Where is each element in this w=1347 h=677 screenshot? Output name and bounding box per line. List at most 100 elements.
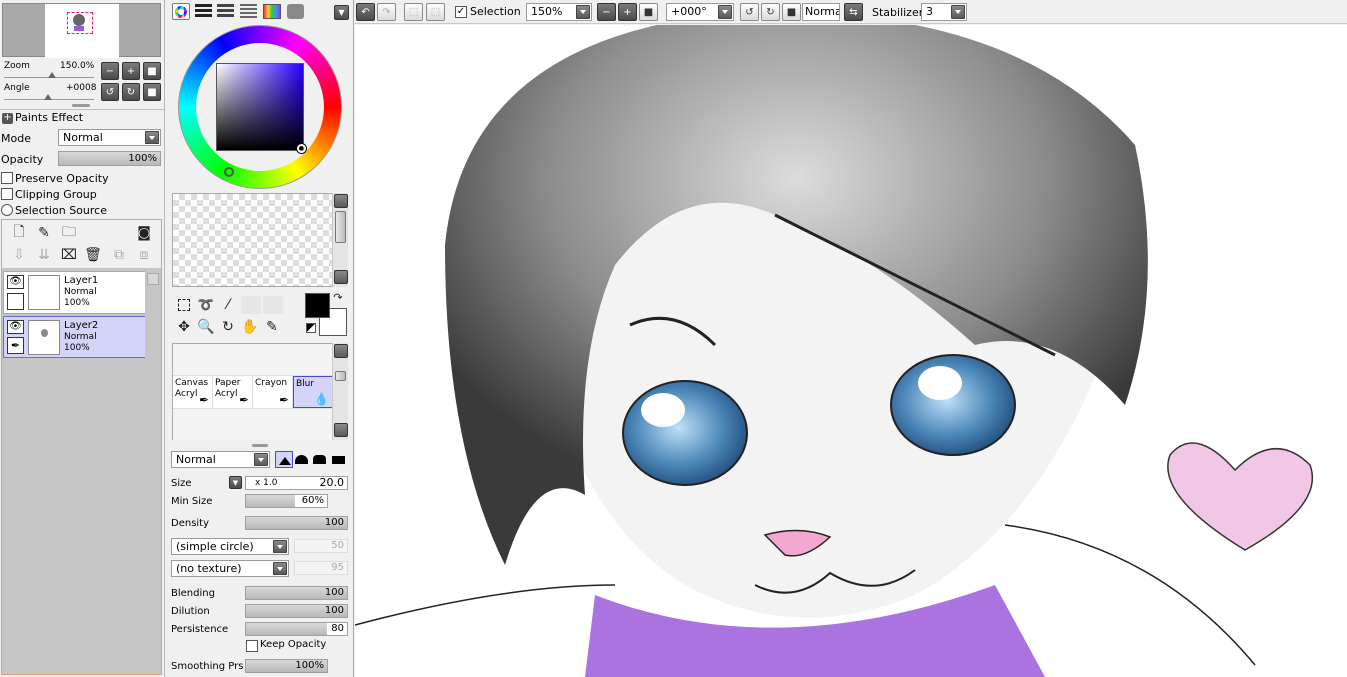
color-list-tab-icon[interactable] — [240, 4, 257, 19]
reset-colors-icon[interactable] — [306, 323, 316, 333]
scroll-down-button[interactable] — [334, 270, 348, 284]
brush-shape-square-icon[interactable] — [313, 455, 326, 464]
brush-blend-select[interactable]: Normal — [171, 451, 270, 468]
brush-cell[interactable]: Crayon ✒ — [253, 376, 293, 408]
hsv-sliders-tab-icon[interactable] — [217, 4, 234, 19]
layer-mode-select[interactable]: Normal — [58, 129, 161, 146]
saturation-value-square[interactable] — [216, 63, 304, 151]
color-panel-menu-button[interactable]: ▼ — [334, 5, 349, 20]
density-slider[interactable]: 100 — [245, 516, 348, 530]
hue-cursor[interactable] — [224, 167, 234, 177]
chevron-down-icon[interactable] — [576, 5, 590, 19]
chevron-down-icon[interactable] — [273, 562, 287, 575]
deselect-button[interactable]: ⬚ — [404, 3, 423, 21]
zoom-in-button[interactable]: + — [122, 62, 140, 80]
eyedropper-icon[interactable]: ✎ — [263, 318, 281, 336]
eye-icon[interactable]: 👁 — [7, 275, 24, 289]
toolbar-zoom-reset-button[interactable]: ■ — [639, 3, 658, 21]
flip-horizontal-button[interactable]: ⇆ — [844, 3, 863, 21]
toolbar-rotate-reset-button[interactable]: ■ — [782, 3, 801, 21]
clear-layer-icon[interactable]: ⌧ — [60, 246, 78, 264]
stabilizer-select[interactable]: 3 — [921, 3, 967, 21]
undo-button[interactable]: ↶ — [356, 3, 375, 21]
selection-checkbox[interactable]: ✓ — [455, 6, 467, 18]
chevron-down-icon[interactable] — [718, 5, 732, 19]
blending-slider[interactable]: 100 — [245, 586, 348, 600]
preserve-opacity-checkbox[interactable] — [1, 172, 13, 184]
brush-cell-selected[interactable]: Blur 💧 — [293, 376, 333, 408]
layer-scrollbar[interactable] — [145, 271, 161, 674]
paints-effect-label[interactable]: Paints Effect — [15, 111, 83, 124]
merge-down-icon[interactable]: ⇊ — [35, 246, 53, 264]
hand-icon[interactable]: ✋ — [241, 318, 259, 336]
rotate-reset-button[interactable]: ■ — [143, 83, 161, 101]
delete-layer-icon[interactable]: 🗑 — [84, 246, 102, 264]
clipping-group-checkbox[interactable] — [1, 188, 13, 200]
toolbar-zoom-in-button[interactable]: + — [618, 3, 637, 21]
rgb-sliders-tab-icon[interactable] — [195, 4, 212, 19]
eye-icon[interactable]: 👁 — [7, 320, 24, 334]
new-folder-icon[interactable]: 🗀 — [60, 224, 78, 242]
persistence-slider[interactable]: 80 — [245, 622, 348, 636]
merge-visible-icon[interactable]: ⧉ — [110, 246, 128, 264]
redo-button[interactable]: ↷ — [377, 3, 396, 21]
chevron-down-icon[interactable] — [254, 453, 268, 466]
toolbar-zoom-out-button[interactable]: − — [597, 3, 616, 21]
brush-shape-hard-icon[interactable] — [275, 451, 293, 468]
size-multiplier-button[interactable]: ▼ — [229, 476, 242, 489]
color-wheel-tab-icon[interactable] — [172, 3, 190, 20]
magic-wand-icon[interactable]: ⁄ — [219, 296, 237, 314]
layer-opacity-slider[interactable]: 100% — [58, 151, 161, 166]
transfer-down-icon[interactable]: ⇩ — [10, 246, 28, 264]
chevron-down-icon[interactable] — [273, 540, 287, 553]
swatches-tab-icon[interactable] — [263, 4, 281, 19]
chevron-down-icon[interactable] — [951, 5, 965, 19]
chevron-down-icon[interactable] — [145, 131, 159, 144]
panel-grip[interactable] — [252, 444, 268, 447]
scratchpad[interactable] — [172, 193, 335, 287]
brush-cell[interactable]: Canvas Acryl ✒ — [173, 376, 213, 408]
zoom-icon[interactable]: 🔍 — [197, 318, 215, 336]
brush-scrollbar[interactable] — [332, 343, 348, 440]
brush-shape-select[interactable]: (simple circle) — [171, 538, 289, 555]
scroll-up-button[interactable] — [334, 344, 348, 358]
rotate-left-button[interactable]: ↺ — [101, 83, 119, 101]
expand-icon[interactable]: + — [2, 113, 13, 124]
brush-cell[interactable]: Paper Acryl ✒ — [213, 376, 253, 408]
merge-all-icon[interactable]: ⧈ — [135, 246, 153, 264]
toolbar-zoom-select[interactable]: 150% — [526, 3, 592, 21]
sv-cursor[interactable] — [297, 144, 306, 153]
scroll-up-button[interactable] — [334, 194, 348, 208]
angle-slider-handle[interactable] — [44, 94, 52, 100]
rotate-view-icon[interactable]: ↻ — [219, 318, 237, 336]
layer-row[interactable]: 👁 Layer1 Normal 100% — [3, 271, 146, 314]
panel-grip[interactable] — [72, 104, 90, 107]
min-size-slider[interactable]: 60% — [245, 494, 328, 508]
layer-lock-box[interactable] — [7, 293, 24, 310]
canvas[interactable] — [355, 25, 1347, 677]
texture-select[interactable]: (no texture) — [171, 560, 289, 577]
move-icon[interactable]: ✥ — [175, 318, 193, 336]
scratchpad-tab-icon[interactable] — [287, 4, 304, 19]
layer-row-selected[interactable]: 👁 ✒ Layer2 Normal 100% — [3, 316, 146, 358]
swap-colors-icon[interactable]: ↷ — [331, 290, 345, 304]
selection-source-radio[interactable] — [1, 204, 13, 216]
rotate-right-button[interactable]: ↻ — [122, 83, 140, 101]
size-slider[interactable]: x 1.0 20.0 — [245, 476, 348, 490]
dilution-slider[interactable]: 100 — [245, 604, 348, 618]
toolbar-rotate-right-button[interactable]: ↻ — [761, 3, 780, 21]
lasso-icon[interactable]: ➰ — [197, 296, 215, 314]
scroll-thumb[interactable] — [335, 371, 346, 381]
zoom-reset-button[interactable]: ■ — [143, 62, 161, 80]
zoom-slider-handle[interactable] — [48, 72, 56, 78]
new-layer-icon[interactable]: 🗋 — [10, 224, 28, 242]
scroll-down-button[interactable] — [334, 423, 348, 437]
brush-icon[interactable]: ✒ — [7, 337, 24, 354]
navigator-preview[interactable] — [2, 3, 161, 58]
layer-mask-icon[interactable]: ◙ — [135, 224, 153, 242]
keep-opacity-checkbox[interactable] — [246, 640, 258, 652]
scroll-thumb[interactable] — [335, 211, 346, 243]
scratchpad-scrollbar[interactable] — [332, 193, 348, 287]
primary-color-swatch[interactable] — [305, 293, 330, 318]
brush-shape-flat-icon[interactable] — [332, 456, 345, 464]
